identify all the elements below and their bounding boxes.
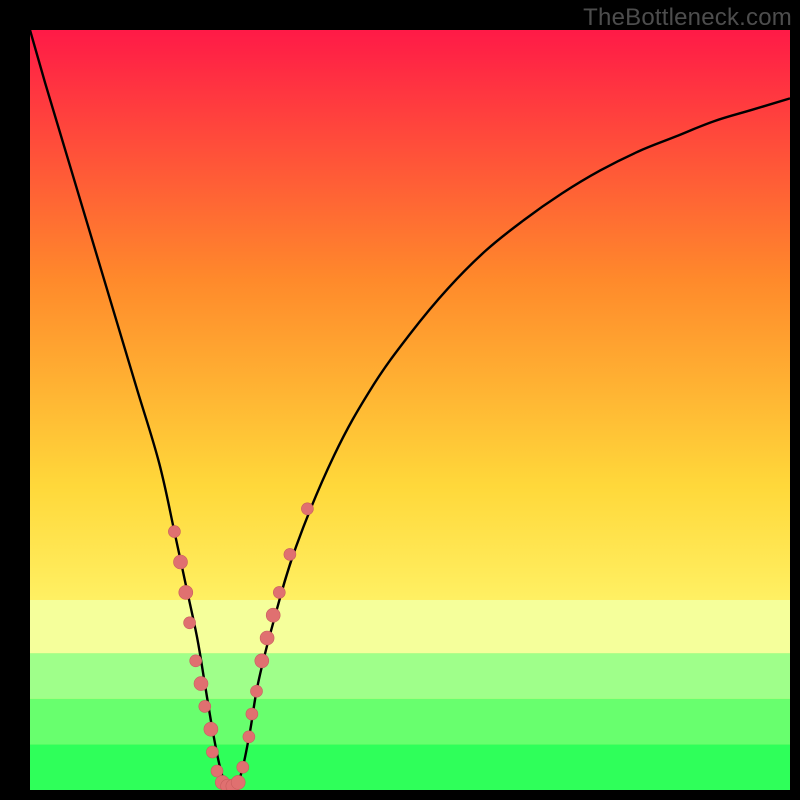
bottom-bands xyxy=(30,600,790,790)
curve-marker xyxy=(243,731,255,743)
curve-marker xyxy=(284,548,296,560)
band-mid-green xyxy=(30,699,790,745)
curve-marker xyxy=(266,608,280,622)
watermark-text: TheBottleneck.com xyxy=(583,4,792,32)
curve-marker xyxy=(251,685,263,697)
curve-marker xyxy=(168,526,180,538)
chart-frame: TheBottleneck.com xyxy=(0,0,800,800)
curve-marker xyxy=(190,655,202,667)
curve-marker xyxy=(194,677,208,691)
bottleneck-chart xyxy=(30,30,790,790)
band-light-green xyxy=(30,653,790,699)
curve-marker xyxy=(184,617,196,629)
band-green xyxy=(30,744,790,790)
curve-marker xyxy=(273,586,285,598)
chart-svg xyxy=(30,30,790,790)
curve-marker xyxy=(199,700,211,712)
curve-marker xyxy=(179,585,193,599)
curve-marker xyxy=(206,746,218,758)
curve-marker xyxy=(246,708,258,720)
curve-marker xyxy=(260,631,274,645)
curve-marker xyxy=(255,654,269,668)
curve-marker xyxy=(301,503,313,515)
curve-marker xyxy=(237,761,249,773)
curve-marker xyxy=(204,722,218,736)
band-pale-band xyxy=(30,600,790,653)
curve-marker xyxy=(231,775,245,789)
curve-marker xyxy=(174,555,188,569)
